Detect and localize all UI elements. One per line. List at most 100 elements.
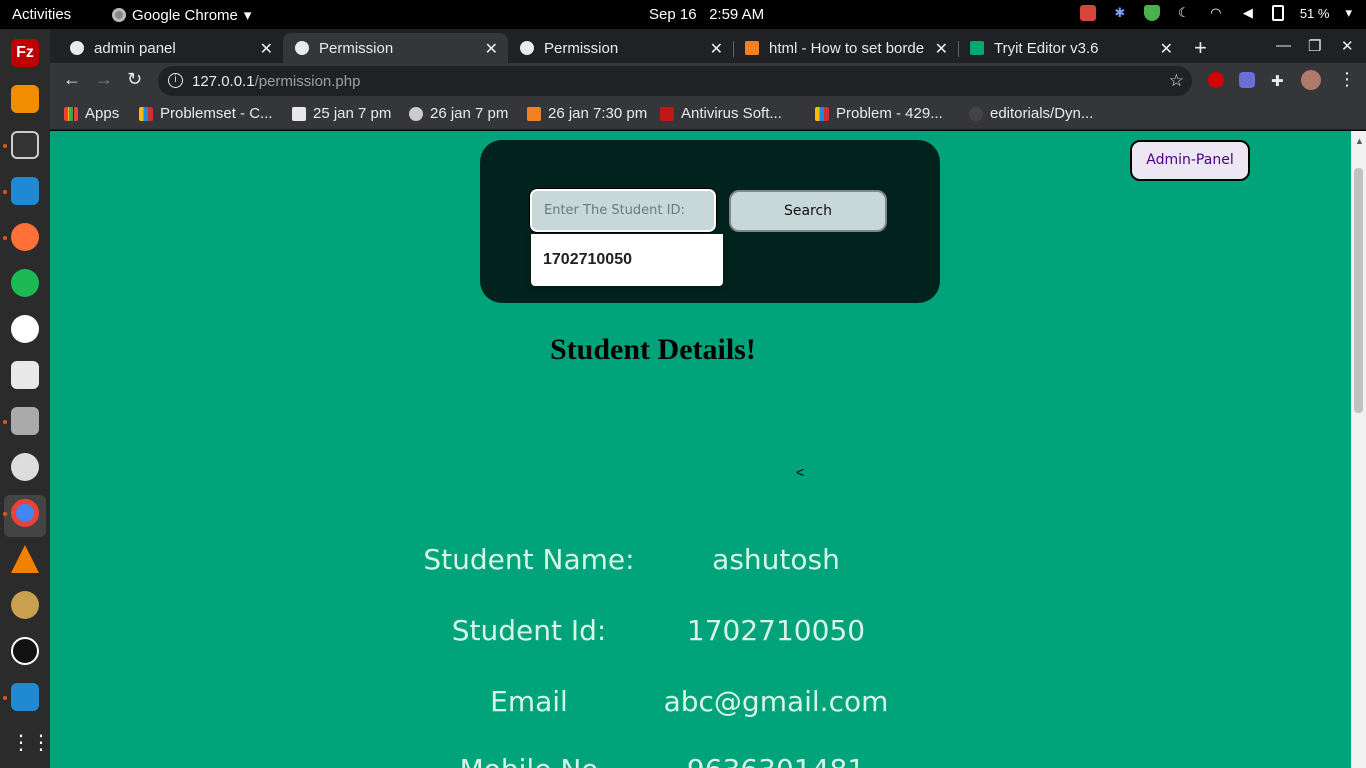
bookmark-antivirus[interactable]: Antivirus Soft... [660,105,782,122]
autocomplete-dropdown: 1702710050 [531,234,723,286]
chrome-app-icon [112,8,126,22]
battery-percent: 51 % [1299,5,1330,21]
new-tab-icon[interactable]: + [1194,35,1207,61]
profile-avatar[interactable] [1301,70,1321,90]
bookmark-label: Antivirus Soft... [681,105,782,122]
bookmark-26-jan-730pm[interactable]: 26 jan 7:30 pm [527,105,647,122]
vscode-insiders-icon[interactable] [11,683,39,711]
globe-icon [295,41,309,55]
running-indicator [3,144,7,148]
tab-admin-panel[interactable]: admin panel ✕ [58,33,283,63]
close-icon[interactable]: ✕ [1160,39,1173,59]
vscode-icon[interactable] [11,177,39,205]
clock-time: 2:59 AM [709,6,765,23]
url-path: /permission.php [254,73,361,90]
tab-permission[interactable]: Permission ✕ [508,33,734,63]
terminal-icon[interactable] [11,131,39,159]
page-scrollbar[interactable]: ▲ [1351,131,1366,768]
bookmark-26-jan-7pm[interactable]: 26 jan 7 pm [409,105,508,122]
bookmark-25-jan[interactable]: 25 jan 7 pm [292,105,391,122]
window-close-icon[interactable]: ✕ [1341,37,1354,55]
github-icon [969,106,983,121]
student-name-value: ashutosh [712,543,840,576]
volume-icon: ◀ [1242,5,1253,20]
autocomplete-option[interactable]: 1702710050 [543,251,632,269]
mobile-value: 9636301481 [636,753,916,768]
globe-icon [70,41,84,55]
email-label: Email [490,685,568,718]
show-apps-icon[interactable]: ⋮⋮ [11,729,51,757]
atcoder-icon [409,106,423,121]
forward-icon[interactable]: → [95,69,113,90]
bookmark-label: Apps [85,105,120,122]
search-button[interactable]: Search [729,190,887,232]
close-icon[interactable]: ✕ [710,39,723,59]
tab-permission-active[interactable]: Permission ✕ [283,33,508,63]
extensions-puzzle-icon[interactable]: ✚ [1271,72,1287,90]
stackoverflow-icon [745,41,759,55]
bookmark-label: editorials/Dyn... [990,105,1094,122]
bookmark-label: 26 jan 7 pm [430,105,509,122]
file-manager-icon[interactable] [11,407,39,435]
scroll-up-icon[interactable]: ▲ [1355,136,1364,146]
apps-grid-icon [64,106,78,121]
spotify-icon[interactable] [11,269,39,297]
filezilla-icon[interactable]: Fz [11,39,39,67]
bookmark-apps[interactable]: Apps [64,105,119,122]
bookmark-label: 26 jan 7:30 pm [548,105,648,122]
minimize-icon[interactable]: — [1276,37,1291,54]
restore-icon[interactable]: ❐ [1308,37,1321,55]
adblock-extension-icon[interactable] [1208,72,1224,88]
gimp-icon[interactable] [11,591,39,619]
system-tray[interactable]: ✱ ☾ ◠ ◀ 51 % ▾ [1079,5,1352,21]
close-icon[interactable]: ✕ [935,39,948,59]
site-info-icon[interactable]: i [168,73,183,88]
mongodb-compass-icon[interactable] [11,315,39,343]
bookmark-label: Problemset - C... [160,105,273,122]
running-indicator [3,420,7,424]
sublime-text-icon[interactable] [11,85,39,113]
app-menu-label: Google Chrome [132,6,238,24]
codechef-icon [292,106,306,121]
obs-icon[interactable] [11,637,39,665]
running-indicator [3,236,7,240]
bookmark-editorials[interactable]: editorials/Dyn... [969,105,1093,122]
firefox-icon[interactable] [11,223,39,251]
running-indicator [3,190,7,194]
screenshot-extension-icon[interactable] [1239,72,1255,88]
running-indicator [3,696,7,700]
bookmark-problemset[interactable]: Problemset - C... [139,105,273,122]
reload-icon[interactable]: ↻ [127,69,142,90]
bookmark-problem-429[interactable]: Problem - 429... [815,105,943,122]
dock: Fz ⋮⋮ [0,29,51,768]
chevron-down-icon: ▾ [243,7,252,24]
document-viewer-icon[interactable] [11,361,39,389]
menu-kebab-icon[interactable]: ⋮ [1338,69,1356,90]
bookmark-star-icon[interactable]: ☆ [1169,71,1184,91]
codeforces-icon [815,106,829,121]
vlc-icon[interactable] [11,545,39,573]
back-icon[interactable]: ← [63,69,81,90]
tab-title: Permission [319,39,394,57]
chrome-icon[interactable] [11,499,39,527]
address-bar[interactable]: i 127.0.0.1/permission.php ☆ [158,66,1192,96]
browser-toolbar: ← → ↻ i 127.0.0.1/permission.php ☆ ✚ ⋮ [50,63,1366,99]
tab-tryit-editor[interactable]: Tryit Editor v3.6 ✕ [958,33,1183,63]
activities-button[interactable]: Activities [12,6,71,23]
admin-panel-button[interactable]: Admin-Panel [1130,140,1250,181]
student-id-search-input[interactable] [529,188,717,233]
email-value: abc@gmail.com [663,685,889,718]
clock[interactable]: Sep 16 2:59 AM [649,6,764,23]
bookmarks-bar: Apps Problemset - C... 25 jan 7 pm 26 ja… [50,99,1366,130]
codeforces-icon [139,106,153,121]
bluetooth-icon: ✱ [1114,5,1126,20]
close-icon[interactable]: ✕ [260,39,273,59]
scrollbar-thumb[interactable] [1354,168,1363,413]
tab-title: html - How to set borde [769,39,925,57]
tab-stackoverflow[interactable]: html - How to set borde ✕ [733,33,959,63]
page-title: Student Details! [550,333,756,366]
close-icon[interactable]: ✕ [485,39,498,59]
rhythmbox-icon[interactable] [11,453,39,481]
app-menu[interactable]: Google Chrome ▾ [112,6,251,24]
mobile-label: Mobile No [409,753,649,768]
